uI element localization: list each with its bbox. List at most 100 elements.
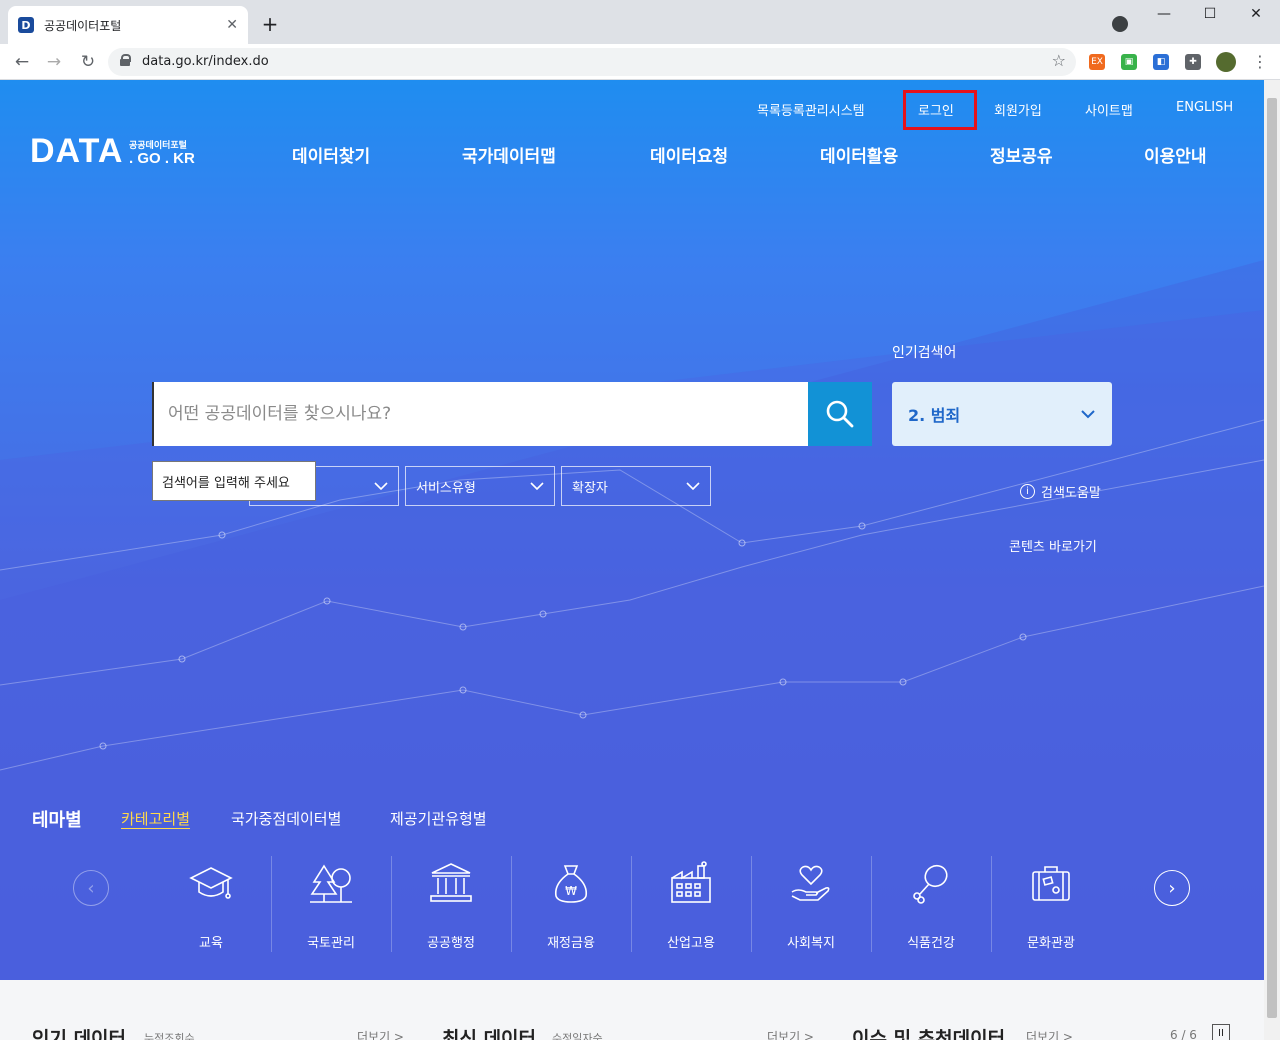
logo-domain: . GO . KR <box>129 150 195 167</box>
browser-tab[interactable]: D 공공데이터포털 ✕ <box>8 6 248 44</box>
browser-tab-strip: D 공공데이터포털 ✕ + — ☐ ✕ <box>0 0 1280 44</box>
heart-hand-icon <box>791 865 830 901</box>
popular-keyword-dropdown[interactable]: 2. 범죄 <box>892 382 1112 446</box>
category-prev-button[interactable]: ‹ <box>73 870 109 906</box>
signup-link[interactable]: 회원가입 <box>994 100 1042 119</box>
svg-text:₩: ₩ <box>565 884 577 898</box>
trees-icon <box>310 864 352 903</box>
category-label: 산업고용 <box>667 936 715 951</box>
issue-more-link[interactable]: 더보기 > <box>1026 1028 1073 1040</box>
catalog-system-link[interactable]: 목록등록관리시스템 <box>757 100 865 119</box>
login-link[interactable]: 로그인 <box>918 100 954 119</box>
popular-keyword-current: 2. 범죄 <box>908 406 961 425</box>
popular-more-link[interactable]: 더보기 > <box>357 1028 404 1040</box>
maximize-button[interactable]: ☐ <box>1190 6 1230 22</box>
bookmark-star-icon[interactable]: ☆ <box>1052 51 1066 70</box>
category-food-health[interactable]: 식품건강 <box>871 856 991 952</box>
suitcase-icon <box>1032 866 1070 901</box>
category-culture-tourism[interactable]: 문화관광 <box>991 856 1111 952</box>
gnb-info-share[interactable]: 정보공유 <box>990 142 1053 167</box>
category-industry-employment[interactable]: 산업고용 <box>631 856 751 952</box>
gnb-guide[interactable]: 이용안내 <box>1144 142 1207 167</box>
url-text[interactable]: data.go.kr/index.do <box>142 54 269 69</box>
category-public-admin[interactable]: 공공행정 <box>391 856 511 952</box>
extension-ex-icon[interactable]: EX <box>1089 54 1105 70</box>
category-next-button[interactable]: › <box>1154 870 1190 906</box>
popular-keywords-label: 인기검색어 <box>892 345 957 361</box>
tab-close-icon[interactable]: ✕ <box>226 17 238 33</box>
site-viewport: 목록등록관리시스템 로그인 회원가입 사이트맵 ENGLISH DATA 공공데… <box>0 80 1264 1040</box>
reload-icon[interactable]: ↻ <box>76 50 100 74</box>
data-lists-section: 인기 데이터 누적조회수 더보기 > 최신 데이터 수정일자순 더보기 > 이슈… <box>0 980 1264 1040</box>
tab-provider-type[interactable]: 제공기관유형별 <box>390 808 487 829</box>
forward-arrow-icon[interactable]: → <box>42 50 66 74</box>
popular-data-sort: 누적조회수 <box>144 1032 195 1040</box>
profile-download-icon[interactable] <box>1112 16 1128 32</box>
latest-data-sort: 수정일자순 <box>552 1032 603 1040</box>
scrollbar-thumb[interactable] <box>1267 98 1277 1018</box>
english-link[interactable]: ENGLISH <box>1176 100 1233 115</box>
category-label: 교육 <box>199 936 223 951</box>
address-bar[interactable]: data.go.kr/index.do ☆ <box>108 48 1076 76</box>
tab-national-key-data[interactable]: 국가중점데이터별 <box>231 808 341 829</box>
info-icon: i <box>1020 484 1035 499</box>
gnb-find-data[interactable]: 데이터찾기 <box>292 142 370 167</box>
gnb-data-use[interactable]: 데이터활용 <box>820 142 898 167</box>
popular-data-title: 인기 데이터 <box>32 1028 127 1040</box>
tab-title: 공공데이터포털 <box>44 18 122 33</box>
gnb-national-data-map[interactable]: 국가데이터맵 <box>462 142 556 167</box>
chevron-down-icon <box>530 482 544 490</box>
government-building-icon <box>430 863 472 902</box>
category-education[interactable]: 교육 <box>151 856 271 952</box>
filter-service-type-select[interactable]: 서비스유형 <box>405 466 555 506</box>
sitemap-link[interactable]: 사이트맵 <box>1085 100 1133 119</box>
category-label: 식품건강 <box>907 936 955 951</box>
site-favicon-icon: D <box>18 17 34 33</box>
browser-toolbar: ← → ↻ data.go.kr/index.do ☆ EX ▣ ◧ ✚ ⋮ <box>0 44 1280 80</box>
category-label: 공공행정 <box>427 936 475 951</box>
category-social-welfare[interactable]: 사회복지 <box>751 856 871 952</box>
search-help-label: 검색도움말 <box>1041 486 1101 501</box>
search-button[interactable] <box>808 382 872 446</box>
profile-avatar[interactable] <box>1216 52 1236 72</box>
chevron-down-icon <box>686 482 700 490</box>
drumstick-icon <box>913 864 948 904</box>
extension-green-icon[interactable]: ▣ <box>1121 54 1137 70</box>
money-bag-icon: ₩ <box>554 865 588 903</box>
new-tab-button[interactable]: + <box>258 12 282 36</box>
search-help-link[interactable]: i 검색도움말 <box>1020 482 1101 501</box>
category-label: 문화관광 <box>1027 936 1075 951</box>
category-land-management[interactable]: 국토관리 <box>271 856 391 952</box>
search-required-tooltip: 검색어를 입력해 주세요 <box>152 461 316 501</box>
filter-service-type-label: 서비스유형 <box>416 480 476 496</box>
category-finance[interactable]: ₩ 재정금융 <box>511 856 631 952</box>
lock-icon <box>120 54 131 66</box>
minimize-button[interactable]: — <box>1144 6 1184 22</box>
pause-button[interactable]: II <box>1212 1024 1230 1040</box>
graduation-cap-icon <box>189 867 233 899</box>
back-arrow-icon[interactable]: ← <box>10 50 34 74</box>
category-label: 국토관리 <box>307 936 355 951</box>
issue-data-title: 이슈 및 추천데이터 <box>852 1028 1006 1040</box>
search-icon <box>826 400 854 428</box>
tab-category[interactable]: 카테고리별 <box>121 808 190 829</box>
chevron-down-icon <box>374 482 388 490</box>
filter-extension-label: 확장자 <box>572 480 608 496</box>
gnb-data-request[interactable]: 데이터요청 <box>650 142 728 167</box>
factory-icon <box>671 861 711 903</box>
latest-more-link[interactable]: 더보기 > <box>767 1028 814 1040</box>
filter-extension-select[interactable]: 확장자 <box>561 466 711 506</box>
browser-menu-icon[interactable]: ⋮ <box>1252 52 1268 71</box>
search-input[interactable] <box>152 382 808 446</box>
page-scrollbar[interactable] <box>1264 80 1280 1040</box>
category-label: 재정금융 <box>547 936 595 951</box>
extensions-puzzle-icon[interactable]: ✚ <box>1185 54 1201 70</box>
issue-pager: 6 / 6 <box>1170 1028 1197 1040</box>
category-label: 사회복지 <box>787 936 835 951</box>
close-window-button[interactable]: ✕ <box>1236 6 1276 22</box>
contents-shortcut-link[interactable]: 콘텐츠 바로가기 <box>1009 536 1097 555</box>
chevron-down-icon <box>1081 410 1095 419</box>
extension-blue-icon[interactable]: ◧ <box>1153 54 1169 70</box>
logo-data-text[interactable]: DATA <box>30 132 123 171</box>
latest-data-title: 최신 데이터 <box>442 1028 537 1040</box>
